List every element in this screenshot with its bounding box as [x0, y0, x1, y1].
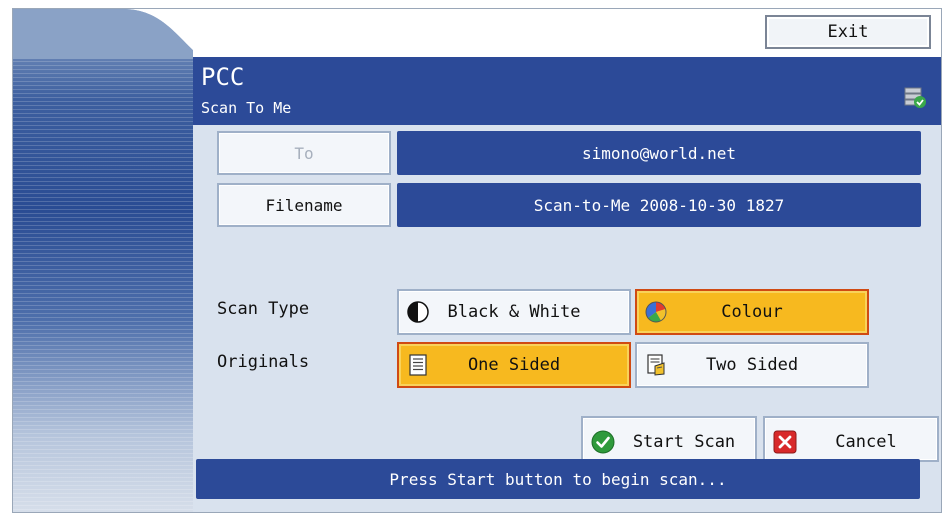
page-title: PCC [201, 63, 245, 91]
colour-label: Colour [721, 302, 783, 322]
one-sided-label: One Sided [467, 355, 561, 375]
filename-value-text: Scan-to-Me 2008-10-30 1827 [533, 195, 785, 215]
server-check-icon [904, 87, 926, 108]
originals-label: Originals [217, 352, 310, 372]
checkmark-icon [591, 430, 615, 454]
originals-one-sided-button[interactable]: One Sided [397, 342, 631, 388]
filename-button[interactable]: Filename [217, 183, 391, 227]
exit-button[interactable]: Exit [765, 15, 931, 49]
cancel-label: Cancel [835, 432, 897, 452]
close-icon [773, 430, 797, 454]
to-value-text: simono@world.net [581, 143, 737, 163]
cancel-button[interactable]: Cancel [763, 416, 939, 462]
start-scan-label: Start Scan [632, 432, 736, 452]
filename-label: Filename [265, 195, 343, 215]
scan-type-colour-button[interactable]: Colour [635, 289, 869, 335]
status-message: Press Start button to begin scan... [389, 469, 727, 489]
to-button[interactable]: To [217, 131, 391, 175]
exit-label: Exit [827, 22, 869, 42]
scanner-panel: Exit PCC Scan To Me To simono@world.net … [12, 8, 942, 513]
left-decor-panel [13, 9, 213, 512]
two-sided-label: Two Sided [705, 355, 799, 375]
scan-type-label: Scan Type [217, 299, 310, 319]
scan-type-black-white-button[interactable]: Black & White [397, 289, 631, 335]
start-scan-button[interactable]: Start Scan [581, 416, 757, 462]
to-label: To [294, 143, 314, 163]
originals-two-sided-button[interactable]: Two Sided [635, 342, 869, 388]
header: PCC Scan To Me [193, 57, 941, 125]
status-message-bar: Press Start button to begin scan... [196, 459, 920, 499]
black-white-label: Black & White [447, 302, 581, 322]
decor-curve [13, 9, 213, 59]
to-value: simono@world.net [397, 131, 921, 175]
filename-value: Scan-to-Me 2008-10-30 1827 [397, 183, 921, 227]
page-subtitle: Scan To Me [201, 99, 292, 117]
